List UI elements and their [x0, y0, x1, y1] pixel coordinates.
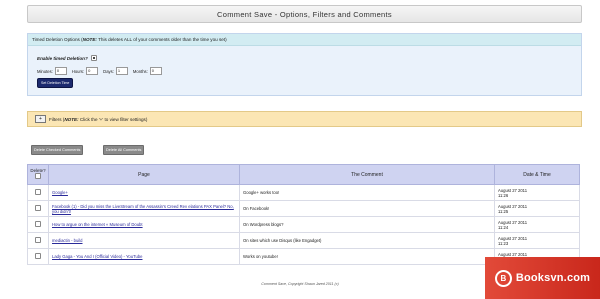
- row-checkbox[interactable]: [35, 253, 41, 259]
- delete-column-header: Delete?: [27, 164, 49, 185]
- comment-cell: On Wordpress blogs?: [239, 216, 495, 233]
- booksvn-watermark-text: Booksvn.com: [515, 272, 591, 284]
- date-cell: August 27 2011 11:25: [494, 200, 580, 217]
- comment-cell: Works on youtube!: [239, 248, 495, 265]
- hours-input[interactable]: 0: [86, 67, 99, 75]
- row-checkbox[interactable]: [35, 205, 41, 211]
- page-link[interactable]: How to argue on the internet « Museum of…: [52, 222, 143, 227]
- filters-label-note: NOTE:: [64, 116, 79, 122]
- date-cell: August 27 2011 11:26: [494, 184, 580, 201]
- deletion-time-fields: Minutes: 0 Hours: 0 Days: 1 Months: 0: [37, 67, 165, 75]
- page-cell: mediactin - build: [48, 232, 240, 249]
- timed-header-suffix: This deletes ALL of your comments older …: [96, 37, 227, 42]
- table-row: mediactin - build On sites which use Dis…: [27, 232, 580, 249]
- row-checkbox-cell: [27, 232, 49, 249]
- date-cell: August 27 2011 11:23: [494, 232, 580, 249]
- page-link[interactable]: mediactin - build: [52, 238, 83, 243]
- enable-timed-deletion-label: Enable timed Deletion?: [37, 55, 88, 61]
- delete-all-comments-button[interactable]: Delete All Comments: [103, 145, 145, 155]
- table-row: Google+ Google+ works too! August 27 201…: [27, 184, 580, 201]
- booksvn-watermark: B Booksvn.com: [485, 257, 600, 299]
- filters-label-prefix: Filters (: [49, 116, 65, 122]
- booksvn-logo-icon: B: [494, 269, 512, 287]
- time-text: 11:26: [498, 192, 509, 198]
- hours-label: Hours:: [71, 68, 85, 74]
- filters-label-suffix: Click the '+' to view filter settings): [78, 116, 148, 122]
- page-cell: Lady Gaga - You And I (Official Video) -…: [48, 248, 240, 265]
- table-row: How to argue on the internet « Museum of…: [27, 216, 580, 233]
- months-label: Months:: [132, 68, 148, 74]
- row-checkbox-cell: [27, 248, 49, 265]
- row-checkbox[interactable]: [35, 237, 41, 243]
- page-cell: Facebook (1) - Did you miss the LiveStre…: [48, 200, 240, 217]
- filters-panel: + Filters (NOTE: Click the '+' to view f…: [27, 111, 582, 127]
- page-link[interactable]: Google+: [52, 190, 68, 195]
- row-checkbox[interactable]: [35, 189, 41, 195]
- comment-cell: Google+ works too!: [239, 184, 495, 201]
- date-cell: August 27 2011 11:24: [494, 216, 580, 233]
- comment-cell: On Facebook!: [239, 200, 495, 217]
- set-deletion-time-button[interactable]: Set Deletion Time: [37, 78, 74, 88]
- page-title: Comment Save - Options, Filters and Comm…: [217, 9, 392, 19]
- page-link[interactable]: Facebook (1) - Did you miss the LiveStre…: [52, 204, 234, 214]
- minutes-label: Minutes:: [37, 68, 53, 74]
- days-input[interactable]: 1: [115, 67, 128, 75]
- table-header-row: Delete? Page The Comment Date & Time: [27, 164, 580, 185]
- row-checkbox-cell: [27, 216, 49, 233]
- filters-label: Filters (NOTE: Click the '+' to view fil…: [49, 117, 147, 122]
- page-column-header: Page: [48, 164, 240, 185]
- timed-header-prefix: Timed Deletion Options (: [32, 37, 83, 42]
- page-cell: How to argue on the internet « Museum of…: [48, 216, 240, 233]
- days-label: Days:: [103, 68, 114, 74]
- comment-column-header: The Comment: [239, 164, 495, 185]
- filters-expand-button[interactable]: +: [35, 115, 46, 123]
- page-link[interactable]: Lady Gaga - You And I (Official Video) -…: [52, 254, 142, 259]
- table-row: Facebook (1) - Did you miss the LiveStre…: [27, 200, 580, 217]
- enable-timed-deletion-checkbox[interactable]: [90, 55, 97, 61]
- time-text: 11:24: [498, 224, 509, 230]
- timed-header-note: NOTE:: [82, 37, 97, 42]
- timed-deletion-header: Timed Deletion Options (NOTE: This delet…: [28, 34, 581, 46]
- comments-table: Delete? Page The Comment Date & Time Goo…: [27, 164, 580, 265]
- row-checkbox[interactable]: [35, 221, 41, 227]
- time-text: 11:23: [498, 240, 509, 246]
- timed-deletion-panel: Timed Deletion Options (NOTE: This delet…: [27, 33, 582, 96]
- minutes-input[interactable]: 0: [54, 67, 67, 75]
- row-checkbox-cell: [27, 200, 49, 217]
- months-input[interactable]: 0: [149, 67, 162, 75]
- row-checkbox-cell: [27, 184, 49, 201]
- delete-checked-comments-button[interactable]: Delete Checked Comments: [31, 145, 84, 155]
- page-cell: Google+: [48, 184, 240, 201]
- date-column-header: Date & Time: [494, 164, 580, 185]
- comment-cell: On sites which use Disqus (like Engadget…: [239, 232, 495, 249]
- enable-timed-deletion-row: Enable timed Deletion?: [37, 55, 97, 61]
- time-text: 11:25: [498, 208, 509, 214]
- select-all-checkbox[interactable]: [35, 173, 41, 179]
- page-title-bar: Comment Save - Options, Filters and Comm…: [27, 5, 582, 23]
